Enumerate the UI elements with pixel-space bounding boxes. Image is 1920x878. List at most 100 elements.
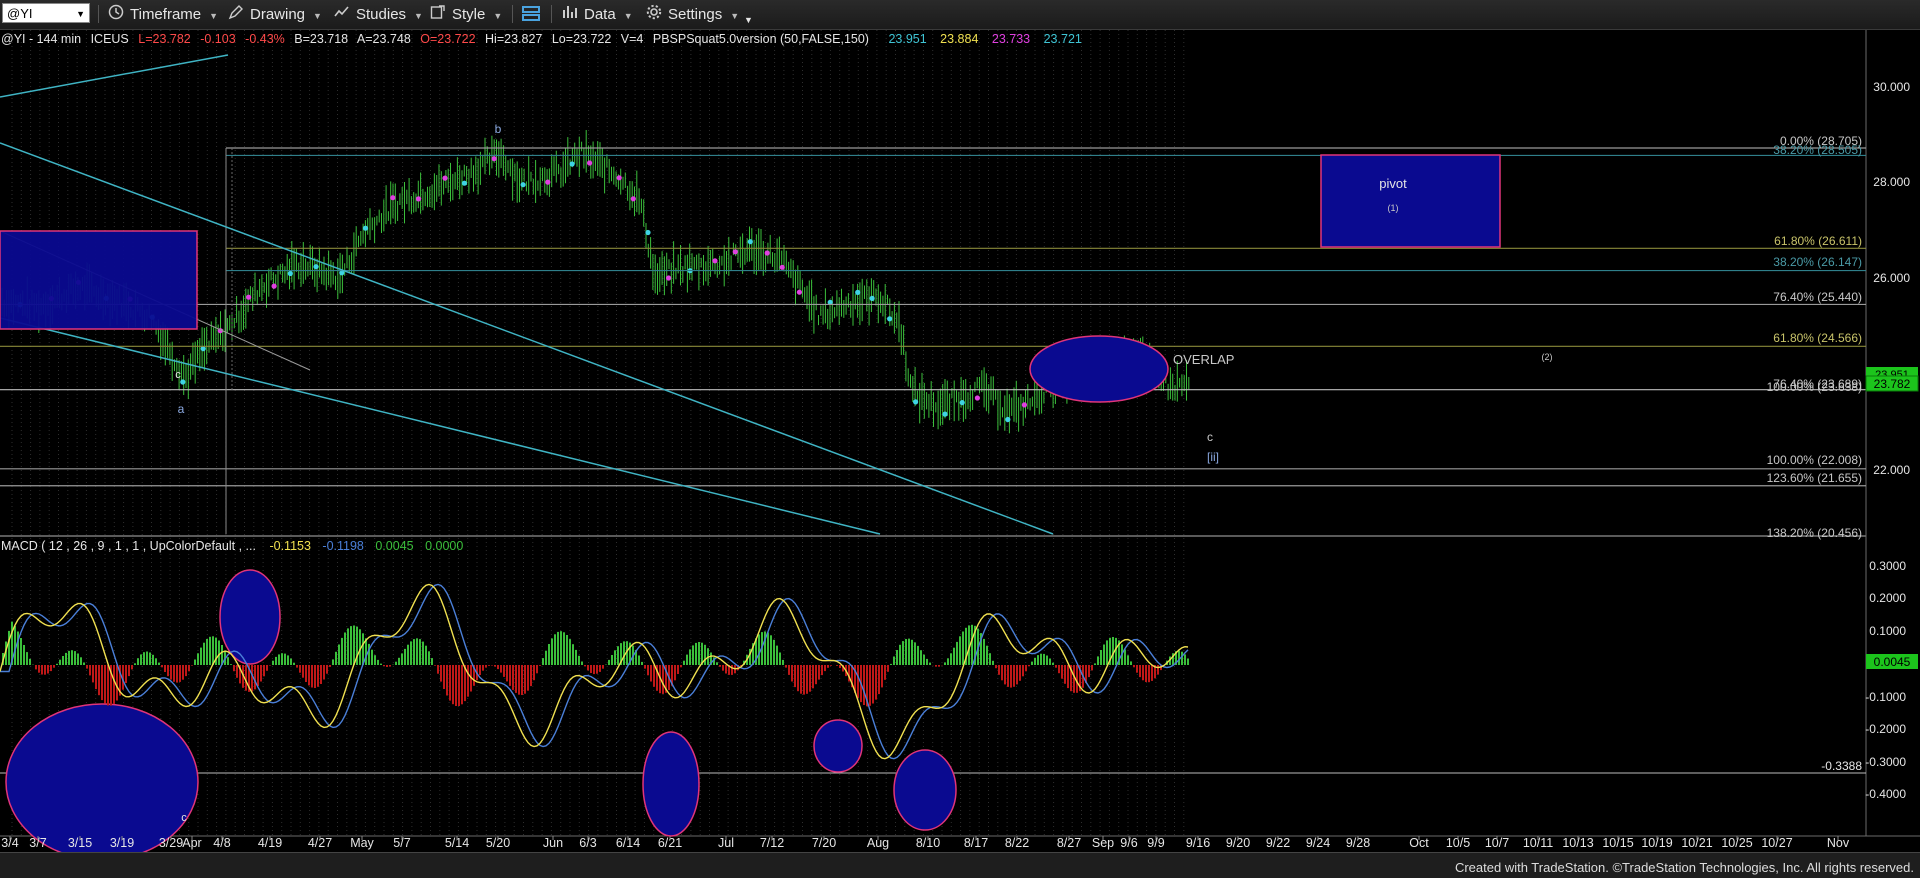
copyright-credit: Created with TradeStation. ©TradeStation… — [1454, 860, 1914, 875]
wave-c-small-label: c — [175, 369, 181, 381]
macd-highlight-zone — [219, 569, 281, 665]
macd-highlight-zone — [893, 749, 957, 831]
signal-dot — [959, 400, 965, 406]
macd-axis-label: -0.3000 — [1865, 755, 1906, 769]
signal-dot — [913, 399, 919, 405]
macd-axis-label: 0.3000 — [1869, 559, 1906, 573]
signal-dot — [569, 161, 575, 167]
fib-label: 38.20% (28.505) — [1773, 143, 1862, 157]
macd-c-label: c — [181, 812, 187, 824]
legend-exchange: ICEUS — [91, 32, 129, 46]
chart-grid — [0, 30, 1920, 837]
macd-axis-label: -0.1000 — [1865, 690, 1906, 704]
legend-volume: V=4 — [621, 32, 644, 46]
macd-highlight-zone — [813, 719, 863, 773]
price-chart[interactable]: @YI - 144 min ICEUS L=23.782 -0.103 -0.4… — [0, 0, 1920, 852]
signal-dot — [974, 395, 981, 401]
signal-dot — [520, 182, 526, 188]
macd-highlight-zone — [5, 703, 199, 852]
macd-value-tag-text: 0.0045 — [1874, 655, 1911, 669]
macd-legend-v3: 0.0045 — [375, 539, 413, 553]
macd-legend-v4: 0.0000 — [425, 539, 463, 553]
fib-label: 138.20% (20.456) — [1767, 526, 1862, 540]
macd-highlight-zone — [642, 731, 700, 837]
signal-dot — [796, 289, 803, 295]
legend-ask: A=23.748 — [357, 32, 411, 46]
fib-label: 123.60% (21.655) — [1767, 471, 1862, 485]
macd-axis-label: 0.2000 — [1869, 591, 1906, 605]
price-axis-label: 26.000 — [1873, 271, 1910, 285]
signal-dot — [666, 275, 672, 281]
signal-dot — [887, 316, 893, 322]
signal-dot — [1021, 402, 1027, 408]
legend-bid: B=23.718 — [294, 32, 348, 46]
macd-legend-v2: -0.1198 — [322, 539, 364, 553]
legend-v2: 23.884 — [940, 32, 978, 46]
signal-dot — [630, 196, 636, 202]
wave-a-label: a — [178, 402, 185, 416]
signal-dot — [287, 270, 293, 277]
signal-dot — [747, 239, 753, 245]
price-axis-label: 30.000 — [1873, 80, 1910, 94]
signal-dot — [1005, 416, 1011, 423]
time-axis: 3/4 3/7 3/15 3/19 3/29 Apr 4/8 4/19 4/27 May 5/7 5/… — [1, 836, 1850, 850]
signal-dot — [869, 295, 875, 301]
fib-label: 100.00% (23.638) — [1767, 380, 1862, 394]
signal-dot — [271, 283, 277, 289]
legend-v3: 23.733 — [992, 32, 1030, 46]
signal-dot — [712, 258, 718, 264]
pivot-sub-label: (1) — [1388, 203, 1399, 213]
signal-dot — [616, 175, 622, 181]
wave-b-label: b — [495, 122, 502, 136]
legend-v1: 23.951 — [888, 32, 926, 46]
signal-dot — [442, 175, 448, 181]
legend-change: -0.103 — [200, 32, 235, 46]
macd-level-label: -0.3388 — [1821, 759, 1862, 773]
legend-symbol: @YI - 144 min — [1, 32, 81, 46]
legend-high: Hi=23.827 — [485, 32, 542, 46]
signal-dot — [491, 156, 497, 162]
signal-dot — [587, 160, 593, 166]
macd-legend: MACD ( 12 , 26 , 9 , 1 , 1 , UpColorDefa… — [1, 539, 463, 553]
pivot-label: pivot — [1379, 176, 1407, 191]
legend-v4: 23.721 — [1044, 32, 1082, 46]
pivot-box — [1320, 154, 1501, 248]
wave-ii-label: [ii] — [1207, 450, 1219, 464]
signal-dot — [942, 411, 948, 417]
macd-legend-label: MACD ( 12 , 26 , 9 , 1 , 1 , UpColorDefa… — [1, 539, 256, 553]
signal-dot — [732, 249, 738, 255]
fib-label: 100.00% (22.008) — [1767, 453, 1862, 467]
signal-dot — [362, 225, 369, 231]
signal-dot — [180, 379, 186, 385]
fib-label: 61.80% (24.566) — [1773, 331, 1862, 345]
fib-label: 61.80% (26.611) — [1774, 234, 1862, 248]
chart-legend: @YI - 144 min ICEUS L=23.782 -0.103 -0.4… — [1, 32, 1082, 46]
signal-dot — [855, 289, 861, 295]
macd-axis-label: 0.1000 — [1869, 624, 1906, 638]
wave-c-label: c — [1207, 430, 1213, 444]
signal-dot — [461, 180, 467, 186]
macd-axis-label: -0.2000 — [1865, 722, 1906, 736]
macd-legend-v1: -0.1153 — [269, 539, 311, 553]
signal-dot — [545, 179, 551, 185]
fib-label: 38.20% (26.147) — [1773, 255, 1862, 269]
price-tag-last-text: 23.782 — [1874, 377, 1911, 391]
signal-dot — [764, 250, 770, 256]
signal-dot — [779, 264, 785, 270]
overlap-label: OVERLAP — [1173, 352, 1234, 367]
range-box — [0, 230, 198, 330]
signal-dot — [390, 195, 396, 201]
legend-study: PBSPSquat5.0version (50,FALSE,150) — [653, 32, 869, 46]
wave-2-label: (2) — [1542, 352, 1553, 362]
legend-last: L=23.782 — [138, 32, 191, 46]
legend-change-pct: -0.43% — [245, 32, 285, 46]
legend-low: Lo=23.722 — [552, 32, 611, 46]
macd-axis-label: -0.4000 — [1865, 787, 1906, 801]
fib-label: 76.40% (25.440) — [1773, 290, 1862, 304]
overlap-ellipse — [1029, 335, 1169, 403]
signal-dot — [415, 196, 422, 202]
legend-open: O=23.722 — [420, 32, 475, 46]
price-axis-label: 28.000 — [1873, 175, 1910, 189]
signal-dot — [645, 229, 651, 236]
signal-dot — [246, 294, 252, 300]
